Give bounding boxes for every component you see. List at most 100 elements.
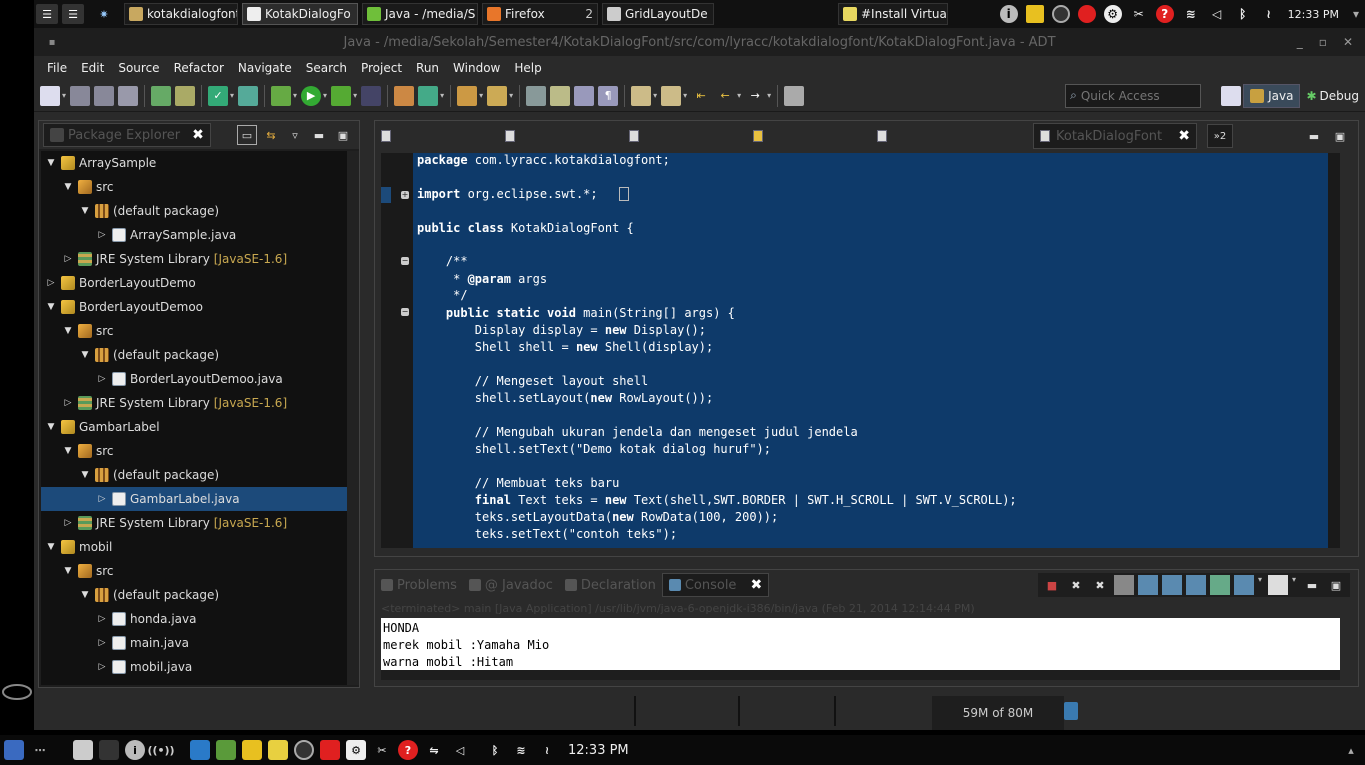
search-icon[interactable] <box>487 85 508 106</box>
close-icon[interactable]: ✖ <box>1178 128 1190 144</box>
menu-search[interactable]: Search <box>299 61 354 75</box>
taskbar-window-button[interactable]: #Install Virtual <box>838 3 948 25</box>
collapse-arrow-icon[interactable]: ▼ <box>79 350 91 360</box>
open-console-icon[interactable] <box>1267 575 1288 595</box>
menu-run[interactable]: Run <box>409 61 446 75</box>
expand-arrow-icon[interactable]: ▷ <box>96 614 108 624</box>
share-icon[interactable]: ⇋ <box>424 740 444 760</box>
maximize-icon[interactable]: ▣ <box>1326 575 1346 595</box>
expand-arrow-icon[interactable]: ▷ <box>62 518 74 528</box>
save-icon[interactable] <box>70 85 91 106</box>
new-class-icon[interactable] <box>418 85 439 106</box>
volume-icon[interactable]: ◁ <box>450 740 470 760</box>
tree-item[interactable]: ▼ src <box>41 559 347 583</box>
external-tools-icon[interactable] <box>331 85 352 106</box>
chevron-down-icon[interactable]: ▾ <box>440 91 444 100</box>
block-selection-icon[interactable]: ¶ <box>598 85 619 106</box>
tree-item[interactable]: ▷ ArraySample.java <box>41 223 347 247</box>
chevron-up-icon[interactable]: ▴ <box>1341 740 1361 760</box>
print-icon[interactable] <box>118 85 139 106</box>
avd-manager-icon[interactable] <box>175 85 196 106</box>
menu-edit[interactable]: Edit <box>74 61 111 75</box>
tree-scrollbar[interactable] <box>347 151 359 685</box>
display-console-icon[interactable] <box>1233 575 1254 595</box>
toggle-highlight-icon[interactable] <box>550 85 571 106</box>
expand-arrow-icon[interactable]: ▷ <box>96 374 108 384</box>
window-list-icon[interactable] <box>99 740 119 760</box>
chevron-down-icon[interactable]: ▾ <box>479 91 483 100</box>
expand-arrow-icon[interactable]: ▷ <box>96 230 108 240</box>
editor-tab[interactable] <box>747 123 871 149</box>
toggle-mark-occurrences-icon[interactable] <box>526 85 547 106</box>
tree-item[interactable]: ▼ mobil <box>41 535 347 559</box>
burst-icon[interactable] <box>1077 5 1096 23</box>
more-icon[interactable]: ⋯ <box>30 740 50 760</box>
menu-source[interactable]: Source <box>111 61 166 75</box>
collapse-javadoc-icon[interactable]: − <box>401 257 409 265</box>
expand-arrow-icon[interactable]: ▷ <box>96 494 108 504</box>
gear-icon[interactable]: ⚙ <box>1103 5 1122 23</box>
console-output[interactable]: HONDA merek mobil :Yamaha Mio warna mobil … <box>381 618 1340 670</box>
start-menu-icon[interactable] <box>4 740 24 760</box>
app-menu-icon[interactable]: ☰ <box>36 4 58 24</box>
media-player-icon[interactable] <box>1051 5 1070 23</box>
expand-arrow-icon[interactable]: ▷ <box>62 398 74 408</box>
maximize-button[interactable]: ▫ <box>1319 35 1327 49</box>
editor-tab[interactable] <box>499 123 623 149</box>
save-all-icon[interactable] <box>94 85 115 106</box>
console-scrollbar[interactable] <box>381 670 1340 680</box>
signal-icon[interactable]: ((•)) <box>147 740 174 760</box>
folded-region-marker[interactable] <box>619 187 629 201</box>
garbage-collect-icon[interactable] <box>1064 702 1078 720</box>
info-icon[interactable]: i <box>999 5 1018 23</box>
wifi-icon[interactable]: ≋ <box>511 740 531 760</box>
tree-item[interactable]: ▼ (default package) <box>41 199 347 223</box>
menu-project[interactable]: Project <box>354 61 409 75</box>
editor-tab[interactable] <box>375 123 499 149</box>
chevron-down-icon[interactable]: ▾ <box>737 91 741 100</box>
help-icon[interactable]: ? <box>398 740 418 760</box>
tab-declaration[interactable]: Declaration <box>559 573 662 597</box>
bluetooth-icon[interactable]: ᛒ <box>1234 5 1252 23</box>
collapse-arrow-icon[interactable]: ▼ <box>79 470 91 480</box>
network-icon[interactable]: ≀ <box>1260 5 1278 23</box>
scissors-icon[interactable]: ✂ <box>372 740 392 760</box>
tab-javadoc[interactable]: @ Javadoc <box>463 573 559 597</box>
tab-package-explorer[interactable]: Package Explorer ✖ <box>43 123 211 147</box>
chevron-down-icon[interactable]: ▾ <box>1258 575 1262 595</box>
tree-item[interactable]: ▼ src <box>41 175 347 199</box>
tree-item[interactable]: ▷ BorderLayoutDemoo.java <box>41 367 347 391</box>
tree-item[interactable]: ▷ JRE System Library [JavaSE-1.6] <box>41 511 347 535</box>
close-icon[interactable]: ✖ <box>750 577 762 593</box>
chevron-down-icon[interactable]: ▾ <box>293 91 297 100</box>
perspective-debug[interactable]: ✱ Debug <box>1300 84 1365 108</box>
collapse-method-icon[interactable]: − <box>401 308 409 316</box>
clear-console-icon[interactable] <box>1113 575 1134 595</box>
debug-icon[interactable] <box>271 85 292 106</box>
notes-icon[interactable] <box>268 740 288 760</box>
gear-icon[interactable]: ⚙ <box>346 740 366 760</box>
expand-arrow-icon[interactable]: ▷ <box>96 662 108 672</box>
chevron-down-icon[interactable]: ▾ <box>653 91 657 100</box>
chevron-down-icon[interactable]: ▾ <box>1351 5 1361 23</box>
maximize-icon[interactable]: ▣ <box>333 125 353 145</box>
collapse-arrow-icon[interactable]: ▼ <box>62 326 74 336</box>
tree-item[interactable]: ▼ BorderLayoutDemoo <box>41 295 347 319</box>
menu-window[interactable]: Window <box>446 61 507 75</box>
taskbar-window-button[interactable]: GridLayoutDe3 <box>602 3 714 25</box>
tree-item[interactable]: ▼ src <box>41 439 347 463</box>
quick-access-field[interactable]: ⌕ <box>1065 83 1202 108</box>
menu-navigate[interactable]: Navigate <box>231 61 299 75</box>
tree-item[interactable]: ▷ JRE System Library [JavaSE-1.6] <box>41 391 347 415</box>
file-manager-icon[interactable] <box>190 740 210 760</box>
collapse-arrow-icon[interactable]: ▼ <box>45 302 57 312</box>
open-type-icon[interactable] <box>457 85 478 106</box>
check-icon[interactable]: ✓ <box>208 85 229 106</box>
menu-help[interactable]: Help <box>507 61 548 75</box>
collapse-arrow-icon[interactable]: ▼ <box>45 542 57 552</box>
show-on-output-icon[interactable] <box>1161 575 1182 595</box>
burst-icon[interactable] <box>320 740 340 760</box>
tree-item[interactable]: ▷ GambarLabel.java <box>41 487 347 511</box>
link-with-editor-icon[interactable]: ⇆ <box>261 125 281 145</box>
close-icon[interactable]: ✖ <box>192 127 204 143</box>
